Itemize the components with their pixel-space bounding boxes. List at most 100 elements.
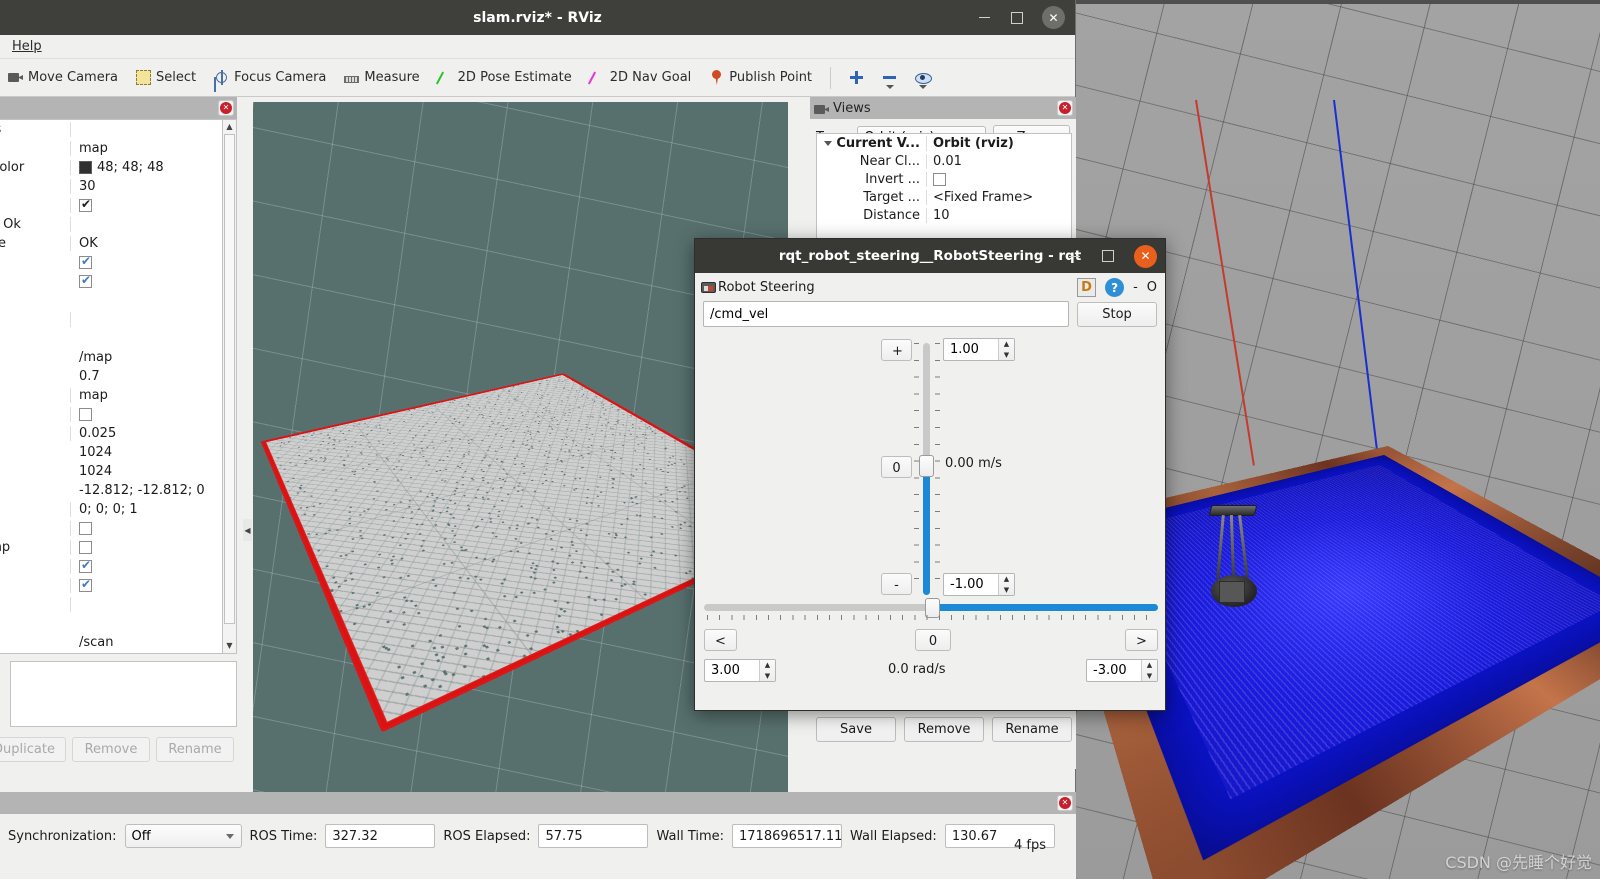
display-property-row[interactable] [0, 329, 236, 348]
checkbox-checked[interactable] [79, 256, 92, 269]
display-property-row[interactable]: ... Light [0, 196, 236, 215]
display-property-row[interactable]: ...an [0, 576, 236, 595]
display-property-value[interactable] [71, 407, 236, 422]
display-property-value[interactable] [71, 255, 236, 270]
display-property-row[interactable]: ...ion0; 0; 0; 1 [0, 500, 236, 519]
tool-move-camera[interactable]: Move Camera [0, 66, 126, 89]
display-property-value[interactable]: 48; 48; 48 [71, 160, 236, 175]
stepper-up-icon[interactable]: ▲ [999, 574, 1014, 585]
angular-min-spinbox[interactable]: -3.00 ▲ ▼ [1086, 659, 1158, 682]
tool-visibility[interactable] [907, 66, 938, 89]
scrollbar-thumb[interactable] [224, 134, 235, 624]
views-rename-button[interactable]: Rename [992, 717, 1072, 742]
display-property-row[interactable]: ...s: Ok [0, 310, 236, 329]
linear-slider-handle[interactable] [919, 455, 934, 477]
views-property-row[interactable]: Current V... Orbit (rviz) [817, 134, 1071, 152]
checkbox-checked[interactable] [79, 275, 92, 288]
display-property-row[interactable]: ...memap [0, 139, 236, 158]
tool-2d-nav-goal[interactable]: 2D Nav Goal [582, 66, 700, 89]
stepper-down-icon[interactable]: ▼ [999, 585, 1014, 596]
rqt-minimize-chip[interactable]: - [1133, 280, 1138, 295]
display-property-row[interactable]: ...ate30 [0, 177, 236, 196]
save-button[interactable]: Save [816, 717, 896, 742]
display-property-row[interactable]: 1024 [0, 462, 236, 481]
views-property-value[interactable] [927, 172, 1071, 187]
display-property-value[interactable]: /map [71, 350, 236, 365]
linear-max-stepper[interactable]: ▲ ▼ [998, 339, 1014, 360]
tool-focus-camera[interactable]: Focus Camera [206, 66, 334, 89]
display-property-row[interactable]: ... FrameOK [0, 234, 236, 253]
display-property-row[interactable]: 0.7 [0, 367, 236, 386]
views-property-row[interactable]: Target ... <Fixed Frame> [817, 188, 1071, 206]
stop-button[interactable]: Stop [1077, 302, 1157, 327]
checkbox-unchecked[interactable] [933, 173, 946, 186]
close-icon[interactable]: ✕ [1134, 245, 1157, 268]
rename-button[interactable]: Rename [156, 737, 234, 762]
angular-right-button[interactable]: > [1125, 629, 1158, 651]
rqt-close-chip[interactable]: O [1147, 280, 1157, 295]
display-property-value[interactable]: 30 [71, 179, 236, 194]
linear-velocity-slider[interactable] [923, 343, 930, 595]
displays-scrollbar[interactable]: ▲ ▼ [222, 119, 237, 654]
ros-elapsed-field[interactable]: 57.75 [538, 824, 648, 848]
help-chip-icon[interactable]: ? [1105, 278, 1124, 297]
tool-2d-pose-estimate[interactable]: 2D Pose Estimate [430, 66, 580, 89]
synchronization-select[interactable]: Off [125, 824, 242, 848]
angular-min-stepper[interactable]: ▲ ▼ [1141, 660, 1157, 681]
remove-button[interactable]: Remove [72, 737, 150, 762]
display-property-value[interactable]: -12.812; -12.812; 0 [71, 483, 236, 498]
cmd-vel-topic-input[interactable]: /cmd_vel [703, 301, 1069, 327]
checkbox-checked[interactable] [79, 560, 92, 573]
ros-time-field[interactable]: 327.32 [325, 824, 435, 848]
display-property-row[interactable]: ...s: Ok [0, 595, 236, 614]
views-panel-close-button[interactable]: ✕ [1057, 100, 1073, 116]
stepper-up-icon[interactable]: ▲ [1142, 660, 1157, 671]
scroll-down-icon[interactable]: ▼ [223, 639, 236, 652]
checkbox-unchecked[interactable] [79, 541, 92, 554]
angular-left-button[interactable]: < [704, 629, 737, 651]
tool-measure[interactable]: Measure [336, 66, 427, 89]
views-property-value[interactable]: 10 [927, 208, 1071, 223]
display-property-value[interactable] [71, 578, 236, 593]
tool-remove[interactable] [874, 66, 905, 89]
dock-chip-icon[interactable]: D [1077, 278, 1096, 297]
display-property-value[interactable] [71, 559, 236, 574]
display-property-value[interactable] [71, 521, 236, 536]
linear-min-spinbox[interactable]: -1.00 ▲ ▼ [943, 573, 1015, 596]
wall-time-field[interactable]: 1718696517.11 [732, 824, 842, 848]
display-property-row[interactable]: 1024 [0, 443, 236, 462]
display-property-value[interactable]: 1024 [71, 445, 236, 460]
angular-max-stepper[interactable]: ▲ ▼ [759, 660, 775, 681]
display-property-value[interactable]: map [71, 388, 236, 403]
tool-publish-point[interactable]: Publish Point [701, 66, 820, 89]
display-property-row[interactable]: ...und Color48; 48; 48 [0, 158, 236, 177]
display-property-value[interactable] [71, 540, 236, 555]
display-property-row[interactable]: ...le [0, 519, 236, 538]
duplicate-button[interactable]: Duplicate [0, 737, 66, 762]
linear-max-spinbox[interactable]: 1.00 ▲ ▼ [943, 338, 1015, 361]
display-property-row[interactable]: ...hind [0, 405, 236, 424]
views-property-row[interactable]: Invert ... [817, 170, 1071, 188]
checkbox-checked[interactable] [79, 199, 92, 212]
expander-icon[interactable] [824, 141, 832, 146]
checkbox-unchecked[interactable] [79, 522, 92, 535]
display-property-row[interactable]: ...on0.025 [0, 424, 236, 443]
stepper-up-icon[interactable]: ▲ [760, 660, 775, 671]
display-property-value[interactable]: 1024 [71, 464, 236, 479]
display-property-row[interactable] [0, 614, 236, 633]
tool-add[interactable] [841, 66, 872, 89]
time-panel-close-button[interactable]: ✕ [1057, 795, 1073, 811]
maximize-icon[interactable] [1100, 248, 1116, 264]
display-property-value[interactable]: OK [71, 236, 236, 251]
stepper-down-icon[interactable]: ▼ [999, 350, 1014, 361]
stepper-down-icon[interactable]: ▼ [760, 671, 775, 682]
checkbox-unchecked[interactable] [79, 408, 92, 421]
displays-panel-close-button[interactable]: ✕ [218, 100, 234, 116]
display-property-row[interactable]: ...tatus: Ok [0, 215, 236, 234]
display-property-row[interactable]: ...estamp [0, 538, 236, 557]
display-property-value[interactable] [71, 198, 236, 213]
angular-velocity-slider[interactable] [704, 604, 1158, 611]
views-property-value[interactable]: <Fixed Frame> [927, 190, 1071, 205]
linear-increase-button[interactable]: + [881, 339, 912, 361]
views-property-value[interactable]: Orbit (rviz) [927, 136, 1071, 151]
